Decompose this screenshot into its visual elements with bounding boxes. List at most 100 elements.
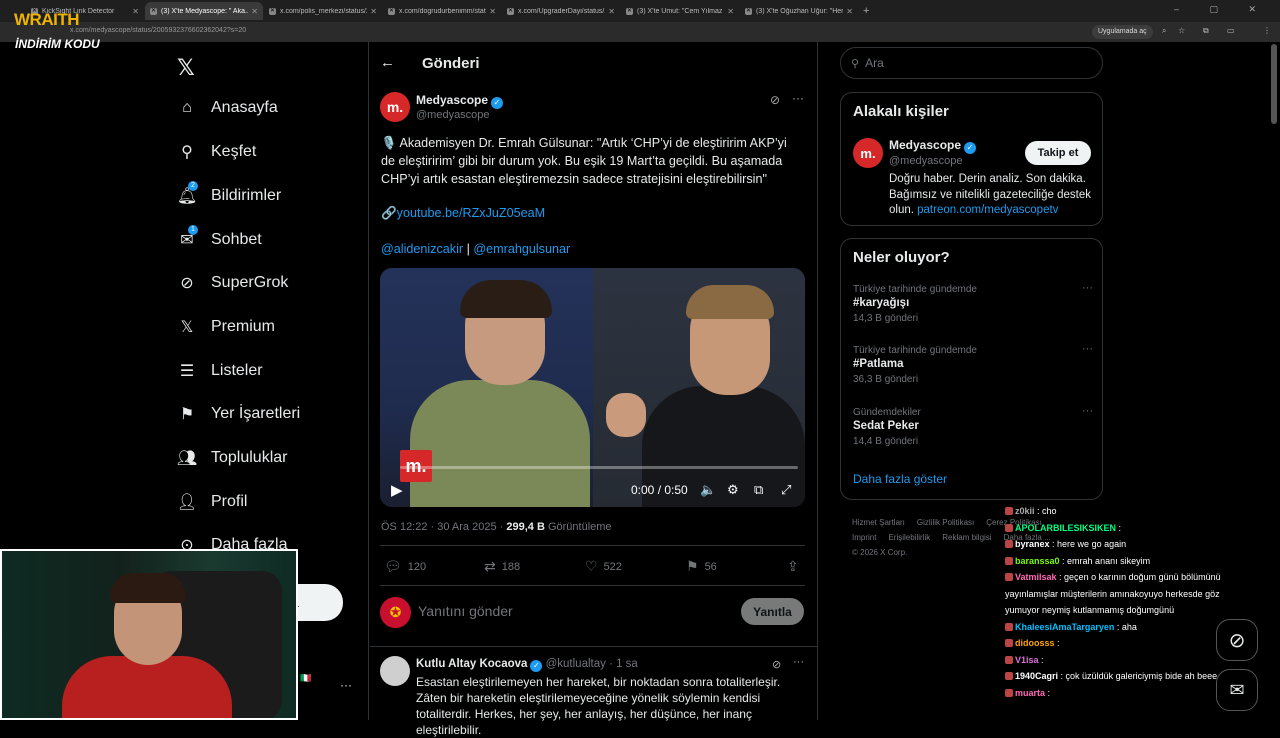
tab-close-icon[interactable]: ✕ xyxy=(370,7,377,16)
grok-icon[interactable]: ⊘ xyxy=(772,658,781,671)
nav-item-listeler[interactable]: ☰ Listeler xyxy=(176,360,263,382)
chat-username[interactable]: V1isa xyxy=(1015,655,1039,665)
nav-item-sohbet[interactable]: ✉ 1 Sohbet xyxy=(176,225,262,251)
browser-tab[interactable]: ✕ (3) X'te Medyascope: " Aka... ✕ xyxy=(145,2,263,20)
author-handle[interactable]: @medyascope xyxy=(416,109,490,121)
footer-link[interactable]: Imprint xyxy=(852,533,876,542)
more-options-icon[interactable]: ··· xyxy=(1082,343,1093,355)
open-in-app-button[interactable]: Uygulamada aç xyxy=(1092,25,1153,39)
related-avatar[interactable]: m. xyxy=(853,138,883,168)
author-name[interactable]: Medyascope ✓ xyxy=(416,93,504,109)
comment-author[interactable]: Kutlu Altay Kocaova ✓ @kutlualtay · 1 sa xyxy=(416,658,638,672)
reply-input[interactable]: Yanıtını gönder xyxy=(418,603,513,619)
footer-link[interactable]: Erişilebilirlik xyxy=(888,533,930,542)
user-avatar[interactable]: ✪ xyxy=(380,597,411,628)
nav-item-bildirimler[interactable]: 🔔︎ 2 Bildirimler xyxy=(176,181,281,207)
mention-link[interactable]: @emrahgulsunar xyxy=(473,242,570,256)
related-bio-link[interactable]: patreon.com/medyascopetv xyxy=(917,204,1058,216)
like-action[interactable]: ♡ 522 xyxy=(585,558,622,575)
browser-tab[interactable]: ✕x.com/polis_merkezi/status/20...✕ xyxy=(264,2,382,20)
play-icon[interactable]: ▶ xyxy=(391,481,403,499)
nav-item-keşfet[interactable]: ⚲ Keşfet xyxy=(176,141,256,163)
chat-username[interactable]: Vatmilsak xyxy=(1015,572,1057,582)
trend-item[interactable]: Türkiye tarihinde gündemde #Patlama 36,3 B… xyxy=(853,343,1093,385)
related-name[interactable]: Medyascope ✓ xyxy=(889,138,977,154)
nav-item-premium[interactable]: 𝕏 Premium xyxy=(176,316,275,338)
trend-item[interactable]: Gündemdekiler Sedat Peker 14,4 B gönderi ··… xyxy=(853,405,1093,447)
settings-icon[interactable]: ⚙ xyxy=(727,482,739,498)
browser-tab[interactable]: ✕(3) X'te Umut: "Cem Yılmaz ye...✕ xyxy=(621,2,739,20)
pip-icon[interactable]: ⧉ xyxy=(754,482,763,498)
comment-handle[interactable]: @kutlualtay · 1 sa xyxy=(546,658,638,670)
nav-item-topluluklar[interactable]: 👥︎ Topluluklar xyxy=(176,447,288,469)
chat-username[interactable]: z0kii xyxy=(1015,506,1035,516)
nav-item-anasayfa[interactable]: ⌂ Anasayfa xyxy=(176,97,278,119)
chat-username[interactable]: baranssa0 xyxy=(1015,556,1060,566)
more-options-icon[interactable]: ··· xyxy=(1082,282,1093,294)
repost-action[interactable]: ⇄ 188 xyxy=(484,558,520,575)
share-action[interactable]: ⇪ xyxy=(787,558,805,575)
author-name-text[interactable]: Medyascope xyxy=(416,93,488,107)
more-options-icon[interactable]: ··· xyxy=(793,656,804,668)
grok-icon[interactable]: ⊘ xyxy=(770,93,780,107)
mention-link[interactable]: @alidenizcakir xyxy=(381,242,463,256)
tab-close-icon[interactable]: ✕ xyxy=(727,7,734,16)
reply-button[interactable]: Yanıtla xyxy=(741,598,804,625)
fullscreen-icon[interactable]: ⤢ xyxy=(781,482,791,498)
nav-item-profil[interactable]: 👤︎ Profil xyxy=(176,491,248,513)
chat-username[interactable]: muarta xyxy=(1015,688,1045,698)
trend-item[interactable]: Türkiye tarihinde gündemde #karyağışı 14,3… xyxy=(853,282,1093,324)
browser-tab[interactable]: ✕x.com/dogrudurbenimm/status/2...✕ xyxy=(383,2,501,20)
x-logo-icon[interactable]: 𝕏 xyxy=(177,55,195,81)
author-avatar[interactable]: m. xyxy=(380,92,410,122)
post-link[interactable]: 🔗youtube.be/RZxJuZ05eaM xyxy=(381,206,545,221)
chat-username[interactable]: 1940Cagri xyxy=(1015,671,1058,681)
chat-username[interactable]: byranex xyxy=(1015,539,1050,549)
tab-close-icon[interactable]: ✕ xyxy=(489,7,496,16)
nav-item-supergrok[interactable]: ⊘ SuperGrok xyxy=(176,272,288,294)
star-icon[interactable]: ☆ xyxy=(1178,26,1185,35)
messages-fab-icon[interactable]: ✉ xyxy=(1216,669,1258,711)
account-more-icon[interactable]: ··· xyxy=(340,678,352,692)
tab-close-icon[interactable]: ✕ xyxy=(846,7,853,16)
footer-link[interactable]: Reklam bilgisi xyxy=(942,533,991,542)
follow-button[interactable]: Takip et xyxy=(1025,141,1091,165)
window-controls[interactable]: – ▢ ✕ xyxy=(1174,4,1270,15)
related-name-text[interactable]: Medyascope xyxy=(889,138,961,152)
browser-tab[interactable]: ✕(3) X'te Oğuzhan Uğur: "Herkes...✕ xyxy=(740,2,858,20)
grok-fab-icon[interactable]: ⊘ xyxy=(1216,619,1258,661)
video-person-hair xyxy=(460,280,552,318)
chat-username[interactable]: APOLARBILESIKSIKEN xyxy=(1015,523,1116,533)
back-arrow-icon[interactable]: ← xyxy=(380,54,395,71)
url-field[interactable]: x.com/medyascope/status/2005932376602362… xyxy=(70,27,246,34)
menu-icon[interactable]: ⋮ xyxy=(1263,26,1271,35)
scrollbar[interactable] xyxy=(1271,44,1277,124)
video-progress-bar[interactable] xyxy=(400,466,798,469)
footer-link[interactable]: Hizmet Şartları xyxy=(852,518,905,527)
footer-link[interactable]: Gizlilik Politikası xyxy=(917,518,974,527)
chat-username[interactable]: didoosss xyxy=(1015,638,1055,648)
browser-tab[interactable]: ✕x.com/UpgraderDayi/status/20...✕ xyxy=(502,2,620,20)
sidebar-icon[interactable]: ▭ xyxy=(1227,26,1235,35)
nav-item-yer-i̇şaretleri[interactable]: ⚑ Yer İşaretleri xyxy=(176,403,300,425)
zoom-icon[interactable]: ⌕ xyxy=(1162,26,1166,36)
chat-username[interactable]: KhaleesiAmaTargaryen xyxy=(1015,622,1114,632)
video-player[interactable]: m. ▶ 0:00 / 0:50 🔈 ⚙ ⧉ ⤢ xyxy=(380,268,805,507)
comment-avatar[interactable] xyxy=(380,656,410,686)
more-options-icon[interactable]: ··· xyxy=(792,91,804,105)
more-options-icon[interactable]: ··· xyxy=(1082,405,1093,417)
bookmark-action[interactable]: ⚑ 56 xyxy=(686,558,717,575)
search-input[interactable]: ⚲ Ara xyxy=(840,47,1103,79)
extensions-icon[interactable]: ⧉ xyxy=(1203,26,1209,36)
chat-message: muarta : xyxy=(1005,685,1245,702)
comment-author-name[interactable]: Kutlu Altay Kocaova xyxy=(416,658,527,670)
volume-icon[interactable]: 🔈 xyxy=(700,482,716,498)
tab-close-icon[interactable]: ✕ xyxy=(132,7,139,16)
tab-close-icon[interactable]: ✕ xyxy=(251,7,258,16)
new-tab-icon[interactable]: + xyxy=(863,5,869,17)
post-timestamp[interactable]: ÖS 12:22 · 30 Ara 2025 · xyxy=(381,521,506,533)
reply-action[interactable]: 💬︎ 120 xyxy=(384,558,426,575)
tab-close-icon[interactable]: ✕ xyxy=(608,7,615,16)
related-handle[interactable]: @medyascope xyxy=(889,155,963,167)
show-more-link[interactable]: Daha fazla göster xyxy=(853,472,947,486)
